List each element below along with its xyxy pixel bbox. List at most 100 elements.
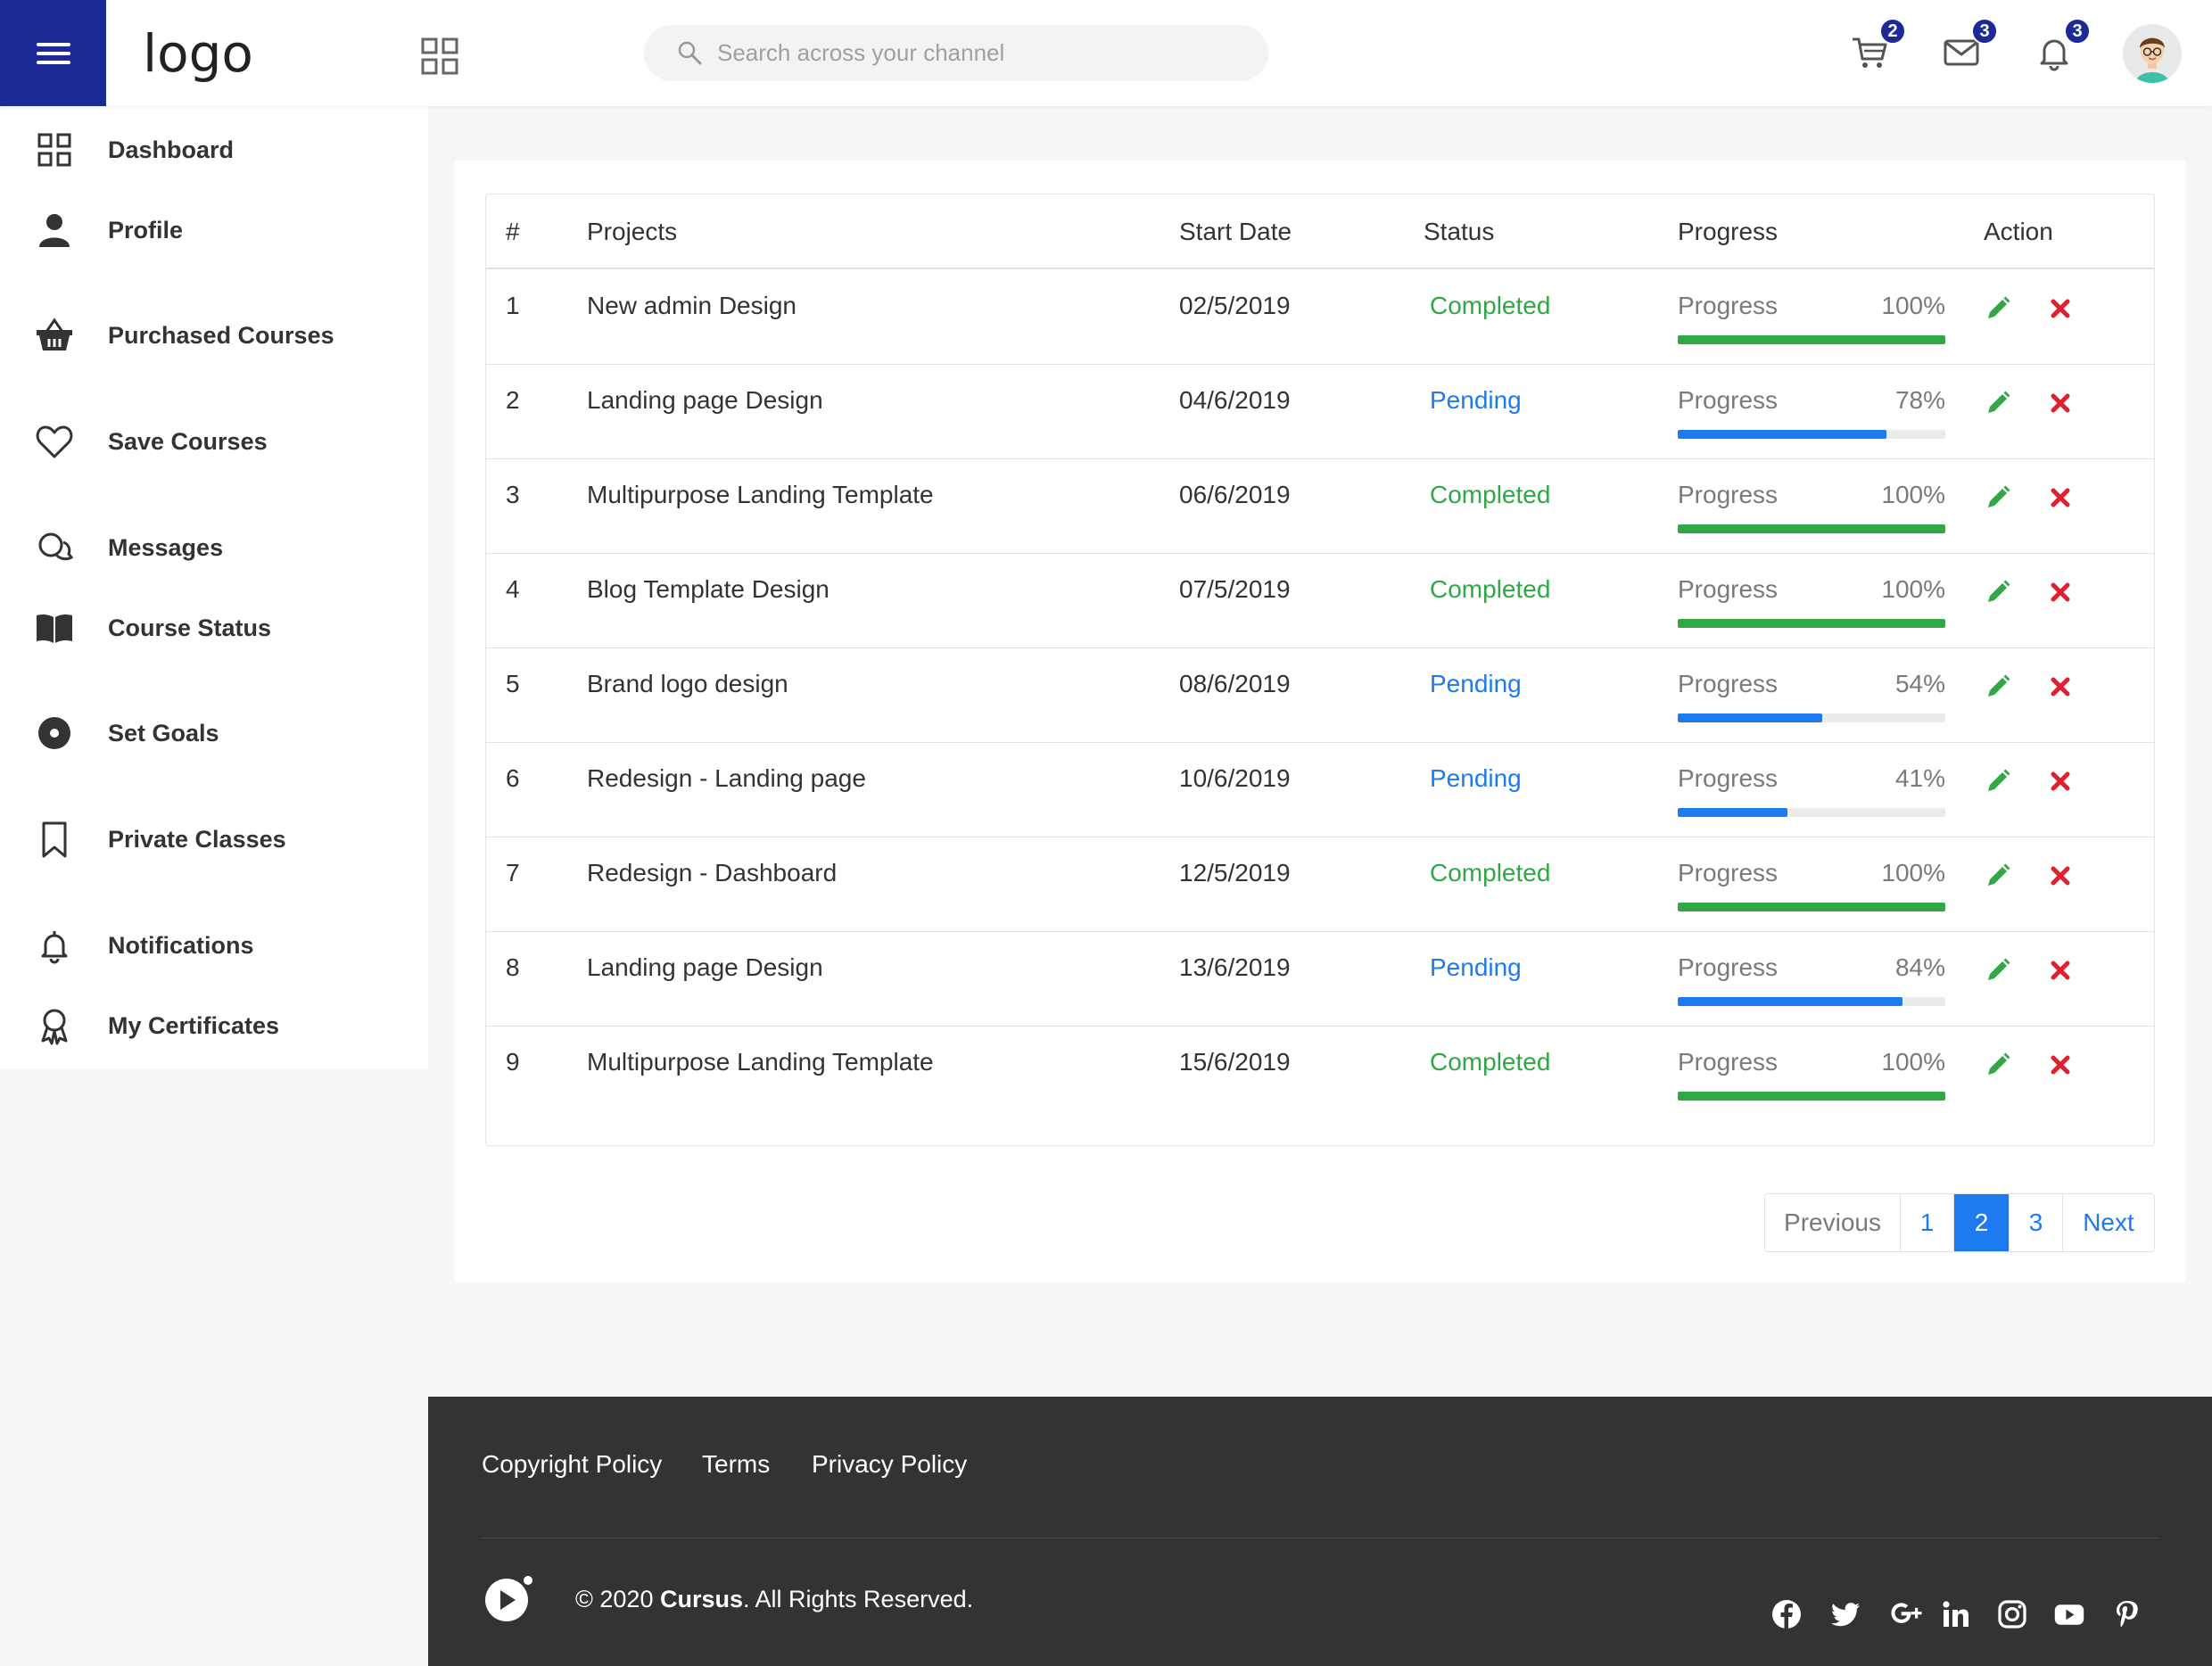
edit-icon[interactable]: [1985, 768, 2011, 795]
progress-bar: [1678, 713, 1945, 722]
table-row: 5 Brand logo design 08/6/2019 Pending Progre…: [486, 648, 2154, 743]
row-number: 6: [506, 764, 520, 792]
facebook-icon[interactable]: [1770, 1598, 1803, 1630]
delete-icon[interactable]: [2049, 675, 2072, 698]
status-badge: Pending: [1430, 386, 1522, 414]
row-number: 1: [506, 292, 520, 319]
progress-label: Progress: [1678, 859, 1779, 887]
delete-icon[interactable]: [2049, 581, 2072, 604]
progress-bar: [1678, 808, 1945, 817]
progress-percent: 100%: [1881, 859, 1945, 887]
sidebar-item-set-goals[interactable]: Set Goals: [0, 702, 428, 764]
delete-icon[interactable]: [2049, 864, 2072, 887]
sidebar-item-my-certificates[interactable]: My Certificates: [0, 994, 428, 1057]
user-icon: [39, 214, 70, 247]
sidebar-item-course-status[interactable]: Course Status: [0, 597, 428, 659]
progress-bar-fill: [1678, 524, 1945, 533]
edit-icon[interactable]: [1985, 862, 2011, 889]
pagination-page-3[interactable]: 3: [2010, 1194, 2063, 1251]
logo[interactable]: logo: [143, 23, 253, 84]
progress-percent: 100%: [1881, 1048, 1945, 1076]
pagination-page-2[interactable]: 2: [1954, 1194, 2010, 1251]
column-header-progress: Progress: [1678, 218, 1779, 245]
user-avatar-icon: [2123, 24, 2182, 83]
sidebar-item-purchased-courses[interactable]: Purchased Courses: [0, 304, 428, 367]
sidebar-item-private-classes[interactable]: Private Classes: [0, 808, 428, 870]
progress-bar: [1678, 430, 1945, 439]
progress-label: Progress: [1678, 953, 1779, 981]
sidebar-item-profile[interactable]: Profile: [0, 199, 428, 261]
avatar[interactable]: [2123, 24, 2182, 83]
projects-card: # Projects Start Date Status Progress Ac…: [455, 161, 2185, 1282]
edit-icon[interactable]: [1985, 579, 2011, 606]
copyright-prefix: © 2020: [575, 1586, 660, 1612]
status-badge: Pending: [1430, 670, 1522, 697]
search-input[interactable]: [717, 34, 1243, 71]
sidebar-item-label: Save Courses: [108, 427, 268, 455]
chat-icon: [38, 532, 74, 561]
progress-percent: 84%: [1894, 953, 1945, 981]
pagination-next[interactable]: Next: [2063, 1194, 2154, 1251]
edit-icon[interactable]: [1985, 957, 2011, 984]
delete-icon[interactable]: [2049, 297, 2072, 320]
sidebar-item-label: Dashboard: [108, 136, 235, 163]
sidebar-item-label: Notifications: [108, 931, 254, 959]
pagination-page-1[interactable]: 1: [1901, 1194, 1954, 1251]
sidebar: Dashboard Profile Purchased Courses Save…: [0, 106, 428, 1069]
footer-link-terms[interactable]: Terms: [702, 1450, 770, 1479]
column-header-status: Status: [1424, 218, 1495, 245]
row-number: 2: [506, 386, 520, 414]
edit-icon[interactable]: [1985, 390, 2011, 416]
table-row: 8 Landing page Design 13/6/2019 Pending Prog…: [486, 932, 2154, 1027]
column-header-projects: Projects: [587, 218, 678, 245]
edit-icon[interactable]: [1985, 484, 2011, 511]
progress-bar: [1678, 1092, 1945, 1101]
edit-icon[interactable]: [1985, 1052, 2011, 1078]
pagination-previous[interactable]: Previous: [1765, 1194, 1901, 1251]
bell-icon: [41, 931, 68, 964]
progress-percent: 100%: [1881, 575, 1945, 603]
sidebar-item-dashboard[interactable]: Dashboard: [0, 119, 428, 181]
table-row: 7 Redesign - Dashboard 12/5/2019 Completed P…: [486, 837, 2154, 932]
project-name: Redesign - Dashboard: [587, 859, 838, 887]
delete-icon[interactable]: [2049, 486, 2072, 509]
status-badge: Pending: [1430, 764, 1522, 792]
project-name: Brand logo design: [587, 670, 788, 697]
progress-bar: [1678, 903, 1945, 911]
edit-icon[interactable]: [1985, 673, 2011, 700]
delete-icon[interactable]: [2049, 959, 2072, 982]
sidebar-item-notifications[interactable]: Notifications: [0, 914, 428, 977]
progress-label: Progress: [1678, 670, 1779, 697]
youtube-icon[interactable]: [2053, 1598, 2085, 1630]
delete-icon[interactable]: [2049, 1053, 2072, 1076]
copyright-suffix: . All Rights Reserved.: [743, 1586, 974, 1612]
start-date: 13/6/2019: [1179, 953, 1291, 981]
progress-percent: 41%: [1894, 764, 1945, 792]
sidebar-item-messages[interactable]: Messages: [0, 516, 428, 579]
start-date: 10/6/2019: [1179, 764, 1291, 792]
pinterest-icon[interactable]: [2111, 1598, 2143, 1630]
status-badge: Completed: [1430, 481, 1551, 508]
project-name: Blog Template Design: [587, 575, 830, 603]
instagram-icon[interactable]: [1996, 1598, 2028, 1630]
google-plus-icon[interactable]: [1891, 1598, 1923, 1630]
apps-grid-icon[interactable]: [421, 37, 458, 75]
sidebar-item-save-courses[interactable]: Save Courses: [0, 410, 428, 473]
delete-icon[interactable]: [2049, 392, 2072, 415]
twitter-icon[interactable]: [1829, 1598, 1861, 1630]
row-number: 5: [506, 670, 520, 697]
linkedin-icon[interactable]: [1940, 1598, 1972, 1630]
start-date: 15/6/2019: [1179, 1048, 1291, 1076]
menu-toggle-button[interactable]: [0, 0, 106, 106]
progress-bar-fill: [1678, 997, 1902, 1006]
edit-icon[interactable]: [1985, 295, 2011, 322]
status-badge: Pending: [1430, 953, 1522, 981]
footer-link-copyright-policy[interactable]: Copyright Policy: [482, 1450, 662, 1479]
delete-icon[interactable]: [2049, 770, 2072, 793]
notifications-button[interactable]: 3: [2034, 18, 2091, 73]
cart-button[interactable]: 2: [1849, 18, 1906, 73]
dashboard-icon: [37, 133, 71, 167]
messages-button[interactable]: 3: [1941, 18, 1998, 73]
footer-link-privacy-policy[interactable]: Privacy Policy: [812, 1450, 967, 1479]
start-date: 08/6/2019: [1179, 670, 1291, 697]
